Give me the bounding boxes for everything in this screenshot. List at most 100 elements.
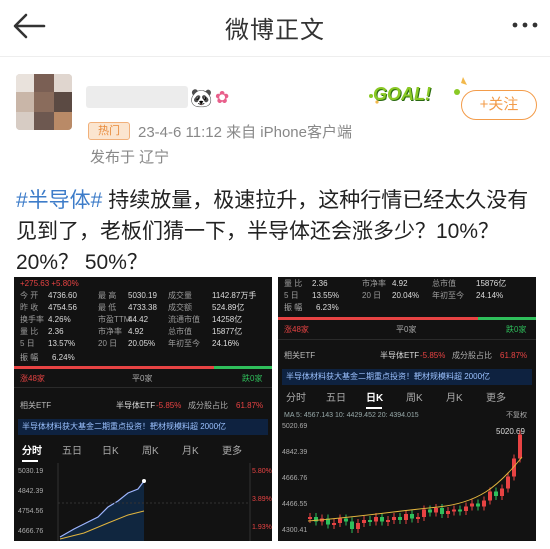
candle-body: [494, 491, 498, 496]
shot2-y-axis-label: 4300.41: [282, 527, 308, 534]
etf-pct-label: 成分股占比: [188, 401, 228, 410]
kline-chart[interactable]: [278, 417, 536, 541]
more-options-icon[interactable]: [512, 12, 538, 38]
news-banner-text: 半导体材料获大基金二期重点投资！靶材规模料超 2000亿: [22, 422, 227, 431]
candle-body: [416, 517, 420, 519]
candle-body: [440, 508, 444, 514]
etf-pct-label: 成分股占比: [452, 351, 492, 360]
shot2-cell: 总市值: [432, 279, 456, 288]
avatar[interactable]: [16, 74, 72, 130]
tab-shot1-1[interactable]: 五日: [62, 447, 82, 457]
shot1-cell: 成交额: [168, 303, 192, 312]
shot2-y-axis-label: 4666.76: [282, 475, 308, 482]
shot1-right-axis-label: 1.93%: [252, 524, 272, 531]
shot1-cell: 4736.60: [48, 291, 77, 300]
post-text: #半导体# 持续放量，极速拉升，这种行情已经太久没有见到了，老板们猜一下，半导体…: [16, 185, 536, 278]
shot1-cell: 成交量: [168, 291, 192, 300]
candle-body: [488, 491, 492, 501]
follow-button[interactable]: +关注: [461, 90, 537, 120]
shot1-cell: 市盈TTM: [98, 315, 131, 324]
news-banner[interactable]: 半导体材料获大基金二期重点投资！靶材规模料超 2000亿: [282, 369, 532, 385]
etf-name[interactable]: 半导体ETF: [380, 351, 419, 361]
candle-body: [350, 521, 354, 529]
shot1-cell: 15877亿: [212, 327, 243, 336]
up-count: 涨48家: [284, 325, 309, 334]
candle-body: [518, 434, 522, 459]
tab-shot2-1[interactable]: 五日: [326, 394, 346, 404]
candle-body: [458, 509, 462, 512]
amplitude-value: 6.23%: [316, 303, 339, 312]
shot1-cell: 14258亿: [212, 315, 243, 324]
shot1-y-axis-label: 4754.56: [18, 508, 44, 515]
shot1-cell: 44.42: [128, 315, 149, 324]
shot1-cell: 最 高: [98, 291, 117, 300]
amplitude-label: 振 幅: [20, 353, 39, 362]
shot1-cell: 4733.38: [128, 303, 157, 312]
goal-sticker: GOAL!: [373, 84, 431, 104]
shot1-cell: 20.05%: [128, 339, 156, 348]
shot2-cell: 市净率: [362, 279, 386, 288]
shot2-cell: 年初至今: [432, 291, 464, 300]
etf-label: 相关ETF: [284, 351, 316, 360]
shot1-cell: 量 比: [20, 327, 39, 336]
shot2-cell: 4.92: [392, 279, 408, 288]
candle-body: [452, 509, 456, 512]
candle-body: [500, 488, 504, 496]
shot1-cell: 4.92: [128, 327, 144, 336]
tab-shot1-2[interactable]: 日K: [102, 447, 119, 457]
shot2-cell: 24.14%: [476, 291, 504, 300]
shot1-cell: 5030.19: [128, 291, 157, 300]
candle-body: [308, 517, 312, 519]
flat-count: 平0家: [132, 374, 153, 383]
shot2-cell: 2.36: [312, 279, 328, 288]
shot1-cell: 市净率: [98, 327, 122, 336]
shot2-y-axis-label: 5020.69: [282, 423, 308, 430]
active-tab-underline: [22, 460, 38, 462]
screenshot-2[interactable]: 量 比 2.36 市净率 4.92 总市值 15876亿 5 日 13.55% 20 日 20.0…: [278, 277, 536, 541]
shot1-cell: 5 日: [20, 339, 35, 348]
shot2-cell: 15876亿: [476, 279, 507, 288]
tab-shot2-5[interactable]: 更多: [486, 394, 506, 404]
candle-body: [422, 509, 426, 517]
up-count: 涨48家: [20, 374, 45, 383]
shot2-cell: 20 日: [362, 291, 382, 300]
shot1-cell: 2.36: [48, 327, 64, 336]
candle-body: [446, 511, 450, 514]
shot1-cell: 4.26%: [48, 315, 71, 324]
candle-body: [404, 514, 408, 520]
flat-count: 平0家: [396, 325, 417, 334]
shot2-cell: 13.55%: [312, 291, 340, 300]
candle-body: [410, 514, 414, 519]
intraday-chart[interactable]: [14, 463, 272, 541]
shot1-right-axis-label: 3.89%: [252, 496, 272, 503]
shot1-cell: 年初至今: [168, 339, 200, 348]
tab-shot2-3[interactable]: 周K: [406, 394, 423, 404]
news-banner[interactable]: 半导体材料获大基金二期重点投资！靶材规模料超 2000亿: [18, 419, 268, 435]
active-tab-underline: [366, 407, 382, 409]
shot1-cell: 20 日: [98, 339, 118, 348]
etf-pct: 61.87%: [236, 401, 264, 410]
shot1-cell: 13.57%: [48, 339, 76, 348]
shot1-cell: 流通市值: [168, 315, 200, 324]
topic-tag[interactable]: #半导体#: [16, 189, 102, 212]
candle-body: [386, 520, 390, 522]
tab-shot1-0[interactable]: 分时: [22, 447, 42, 457]
shot1-y-axis-label: 4842.39: [18, 488, 44, 495]
tab-shot2-2[interactable]: 日K: [366, 394, 383, 404]
candle-body: [476, 503, 480, 507]
tab-shot1-5[interactable]: 更多: [222, 447, 242, 457]
etf-name[interactable]: 半导体ETF: [116, 401, 155, 411]
shot1-cell: 4754.56: [48, 303, 77, 312]
screenshot-1[interactable]: +275.63 +5.80% 今 开 4736.60 最 高 5030.19 成交量 11…: [14, 277, 272, 541]
shot2-cell: 量 比: [284, 279, 303, 288]
tab-shot1-3[interactable]: 周K: [142, 447, 159, 457]
candle-body: [362, 520, 366, 523]
news-banner-text: 半导体材料获大基金二期重点投资！靶材规模料超 2000亿: [286, 372, 491, 381]
shot2-cell: 5 日: [284, 291, 299, 300]
etf-pct: 61.87%: [500, 351, 528, 360]
tab-shot2-4[interactable]: 月K: [446, 394, 463, 404]
tab-shot2-0[interactable]: 分时: [286, 394, 306, 404]
candle-body: [392, 517, 396, 520]
username-blurred[interactable]: [86, 86, 188, 108]
tab-shot1-4[interactable]: 月K: [182, 447, 199, 457]
